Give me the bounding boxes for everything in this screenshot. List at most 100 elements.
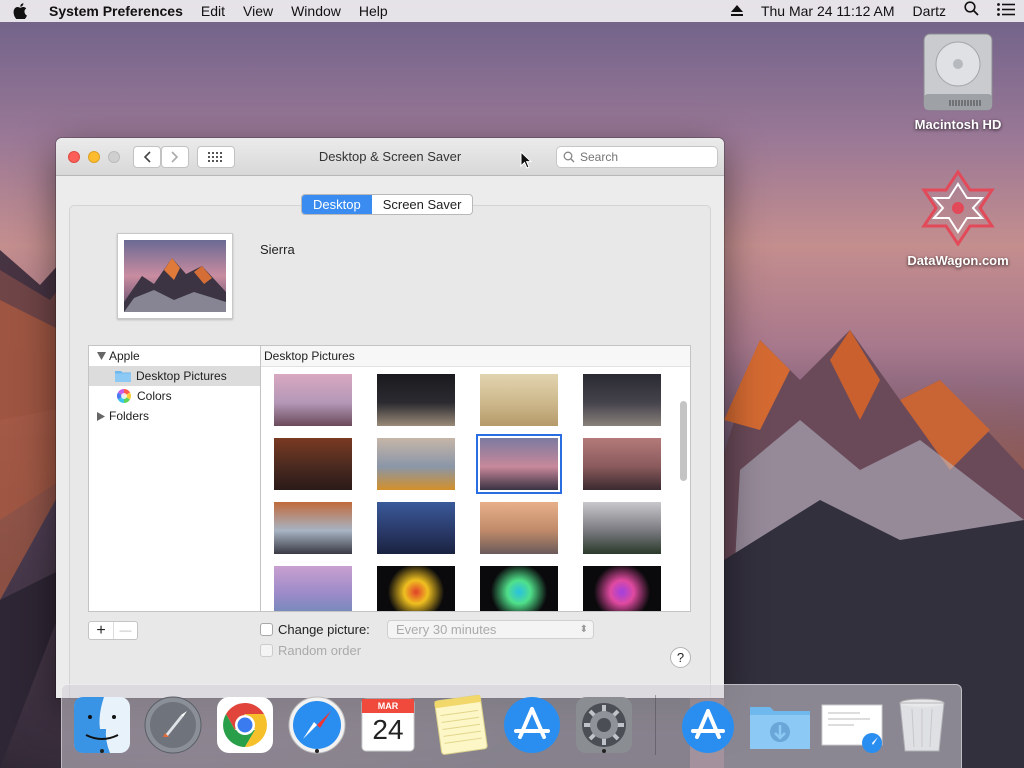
datawagon-logo-icon — [921, 169, 995, 247]
hard-drive-icon — [923, 33, 993, 111]
desktop-picture-thumbnail[interactable] — [480, 502, 558, 554]
window-titlebar[interactable]: Desktop & Screen Saver — [56, 138, 724, 176]
dock-chrome[interactable] — [215, 695, 275, 755]
dock-launchpad[interactable] — [143, 695, 203, 755]
dock-finder[interactable] — [72, 695, 132, 755]
calendar-month: MAR — [377, 701, 399, 711]
finder-icon — [74, 697, 130, 753]
dock-safari[interactable] — [287, 695, 347, 755]
checkbox-box — [260, 623, 273, 636]
desktop-picture-thumbnail[interactable] — [583, 438, 661, 490]
source-item-desktop-pictures[interactable]: Desktop Pictures — [89, 366, 260, 386]
trash-icon — [899, 698, 945, 752]
search-field[interactable] — [556, 146, 718, 168]
tab-screen-saver[interactable]: Screen Saver — [372, 195, 473, 214]
desktop-picture-thumbnail[interactable] — [583, 502, 661, 554]
desktop-picture-thumbnail[interactable] — [377, 438, 455, 490]
dock-downloads-folder[interactable] — [748, 695, 810, 755]
picture-grid-header: Desktop Pictures — [261, 346, 690, 367]
menu-user[interactable]: Dartz — [904, 0, 955, 22]
desktop-picture-thumbnail[interactable] — [274, 502, 352, 554]
source-group-apple[interactable]: Apple — [89, 346, 260, 366]
desktop-picture-thumbnail[interactable] — [377, 566, 455, 611]
interval-value: Every 30 minutes — [396, 622, 497, 637]
dock-notes[interactable] — [430, 694, 490, 755]
dock-trash[interactable] — [892, 695, 952, 755]
dock-app-store[interactable] — [502, 695, 562, 755]
desktop-picture-thumbnail[interactable] — [480, 374, 558, 426]
search-icon — [563, 151, 575, 163]
source-group-label: Apple — [109, 349, 140, 363]
dock-calendar[interactable]: MAR 24 — [358, 695, 418, 755]
notification-center-icon[interactable] — [988, 0, 1024, 22]
disclosure-expanded-icon — [97, 352, 106, 360]
sierra-preview-image — [124, 240, 226, 312]
help-button[interactable]: ? — [670, 647, 691, 668]
chevron-updown-icon: ⬍ — [579, 624, 588, 635]
desktop-icon-label: DataWagon.com — [907, 253, 1009, 268]
color-wheel-icon — [117, 389, 131, 403]
eject-icon[interactable] — [722, 0, 752, 22]
desktop-icon-macintosh-hd[interactable]: Macintosh HD — [903, 32, 1013, 132]
downloads-folder-icon — [750, 707, 810, 749]
apple-menu-icon[interactable] — [0, 3, 40, 19]
add-folder-button[interactable]: + — [89, 622, 113, 639]
spotlight-search-icon[interactable] — [955, 0, 988, 22]
source-item-label: Desktop Pictures — [136, 369, 227, 383]
gear-icon — [576, 697, 632, 753]
menu-view[interactable]: View — [234, 0, 282, 22]
desktop-picture-thumbnail[interactable] — [377, 374, 455, 426]
menu-bar: System Preferences Edit View Window Help… — [0, 0, 1024, 22]
change-picture-checkbox[interactable]: Change picture: — [260, 622, 370, 637]
desktop-icon-label: Macintosh HD — [914, 117, 1002, 132]
dock-app-store-downloads[interactable] — [678, 695, 738, 755]
random-order-label: Random order — [278, 643, 362, 658]
desktop-picture-thumbnail[interactable] — [274, 566, 352, 611]
source-group-folders[interactable]: Folders — [89, 406, 260, 426]
current-picture-preview — [117, 233, 233, 319]
interval-select[interactable]: Every 30 minutes ⬍ — [387, 620, 594, 639]
dock-system-preferences[interactable] — [574, 695, 634, 755]
desktop-picture-thumbnail[interactable] — [377, 502, 455, 554]
source-item-colors[interactable]: Colors — [89, 386, 260, 406]
desktop-picture-thumbnail[interactable] — [274, 438, 352, 490]
tab-segmented-control: Desktop Screen Saver — [301, 194, 474, 215]
source-item-label: Colors — [137, 389, 172, 403]
menu-help[interactable]: Help — [350, 0, 397, 22]
tab-desktop[interactable]: Desktop — [302, 195, 372, 214]
running-indicator — [315, 749, 319, 753]
desktop-picture-thumbnail[interactable] — [274, 374, 352, 426]
folder-icon — [115, 371, 131, 382]
app-store-icon — [682, 701, 734, 753]
menu-edit[interactable]: Edit — [192, 0, 234, 22]
desktop-icon-datawagon[interactable]: DataWagon.com — [903, 168, 1013, 268]
desktop-screensaver-window: Desktop & Screen Saver Desktop Screen Sa… — [56, 138, 724, 698]
running-indicator — [100, 749, 104, 753]
desktop-picture-thumbnail[interactable] — [583, 374, 661, 426]
source-group-label: Folders — [109, 409, 150, 423]
search-input[interactable] — [580, 150, 700, 164]
safari-compass-icon — [288, 696, 346, 754]
random-order-checkbox[interactable]: Random order — [260, 643, 361, 658]
notes-icon — [434, 694, 488, 755]
menu-clock[interactable]: Thu Mar 24 11:12 AM — [752, 0, 904, 22]
grid-scrollbar-thumb[interactable] — [680, 401, 687, 481]
menu-window[interactable]: Window — [282, 0, 350, 22]
calendar-day: 24 — [372, 714, 404, 745]
desktop-picture-thumbnail[interactable] — [476, 434, 562, 494]
checkbox-box — [260, 644, 273, 657]
desktop-picture-thumbnail[interactable] — [480, 566, 558, 611]
running-indicator — [602, 749, 606, 753]
disclosure-collapsed-icon — [97, 411, 105, 421]
document-safari-icon — [821, 704, 883, 753]
dock-document-stack[interactable] — [820, 695, 883, 755]
add-remove-control: + — — [88, 621, 138, 640]
menu-app-name[interactable]: System Preferences — [40, 0, 192, 22]
app-store-icon — [504, 697, 560, 753]
picture-grid: Desktop Pictures — [260, 345, 691, 612]
source-list: Apple Desktop Pictures Colors Folders — [88, 345, 260, 612]
mouse-cursor-icon — [520, 151, 532, 169]
current-picture-name: Sierra — [260, 242, 295, 257]
remove-folder-button[interactable]: — — [113, 622, 137, 639]
desktop-picture-thumbnail[interactable] — [583, 566, 661, 611]
